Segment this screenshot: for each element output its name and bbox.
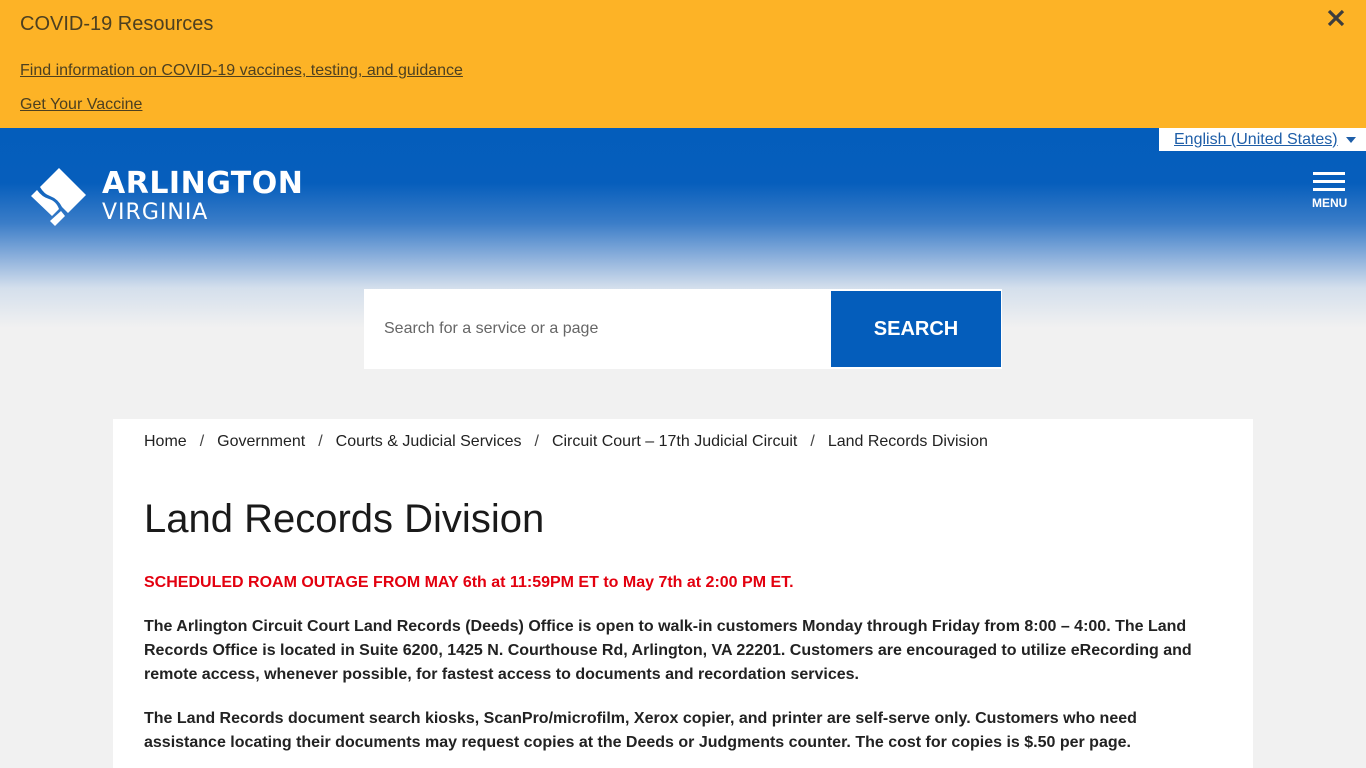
language-selector[interactable]: English (United States) — [1159, 128, 1366, 151]
breadcrumb-courts[interactable]: Courts & Judicial Services — [336, 433, 522, 451]
content-card: Home / Government / Courts & Judicial Se… — [113, 419, 1253, 768]
self-serve-paragraph: The Land Records document search kiosks,… — [144, 710, 1137, 751]
menu-label: MENU — [1312, 196, 1348, 210]
alert-title: COVID-19 Resources — [20, 13, 214, 35]
breadcrumb-separator: / — [199, 433, 205, 450]
breadcrumb-separator: / — [810, 433, 815, 450]
breadcrumb-home[interactable]: Home — [144, 433, 187, 451]
get-vaccine-link[interactable]: Get Your Vaccine — [20, 96, 142, 114]
breadcrumb-separator: / — [534, 433, 539, 450]
covid-alert-banner: COVID-19 Resources Find information on C… — [0, 0, 1366, 128]
breadcrumb: Home / Government / Courts & Judicial Se… — [144, 433, 988, 451]
breadcrumb-current: Land Records Division — [827, 433, 988, 450]
logo-subtitle: VIRGINIA — [102, 200, 209, 225]
hamburger-icon — [1312, 172, 1346, 191]
search-input[interactable] — [364, 289, 831, 369]
office-hours-paragraph: The Arlington Circuit Court Land Records… — [144, 618, 1192, 683]
page-title: Land Records Division — [144, 497, 545, 541]
search-bar: SEARCH — [364, 289, 1002, 369]
logo-title: ARLINGTON — [102, 166, 304, 201]
close-icon — [1327, 9, 1345, 27]
breadcrumb-government[interactable]: Government — [217, 433, 305, 451]
close-alert-button[interactable] — [1324, 6, 1348, 30]
outage-notice: SCHEDULED ROAM OUTAGE FROM MAY 6th at 11… — [144, 574, 794, 591]
breadcrumb-separator: / — [318, 433, 323, 450]
arlington-logo[interactable]: ARLINGTON VIRGINIA — [28, 166, 303, 228]
menu-button[interactable]: MENU — [1312, 172, 1348, 212]
arlington-logo-mark-icon — [31, 168, 86, 226]
caret-down-icon — [1346, 137, 1356, 143]
breadcrumb-circuit-court[interactable]: Circuit Court – 17th Judicial Circuit — [552, 433, 797, 451]
covid-info-link[interactable]: Find information on COVID-19 vaccines, t… — [20, 62, 463, 80]
language-label: English (United States) — [1174, 130, 1338, 148]
search-button[interactable]: SEARCH — [831, 291, 1001, 367]
alert-link-suffix: . — [457, 62, 462, 79]
